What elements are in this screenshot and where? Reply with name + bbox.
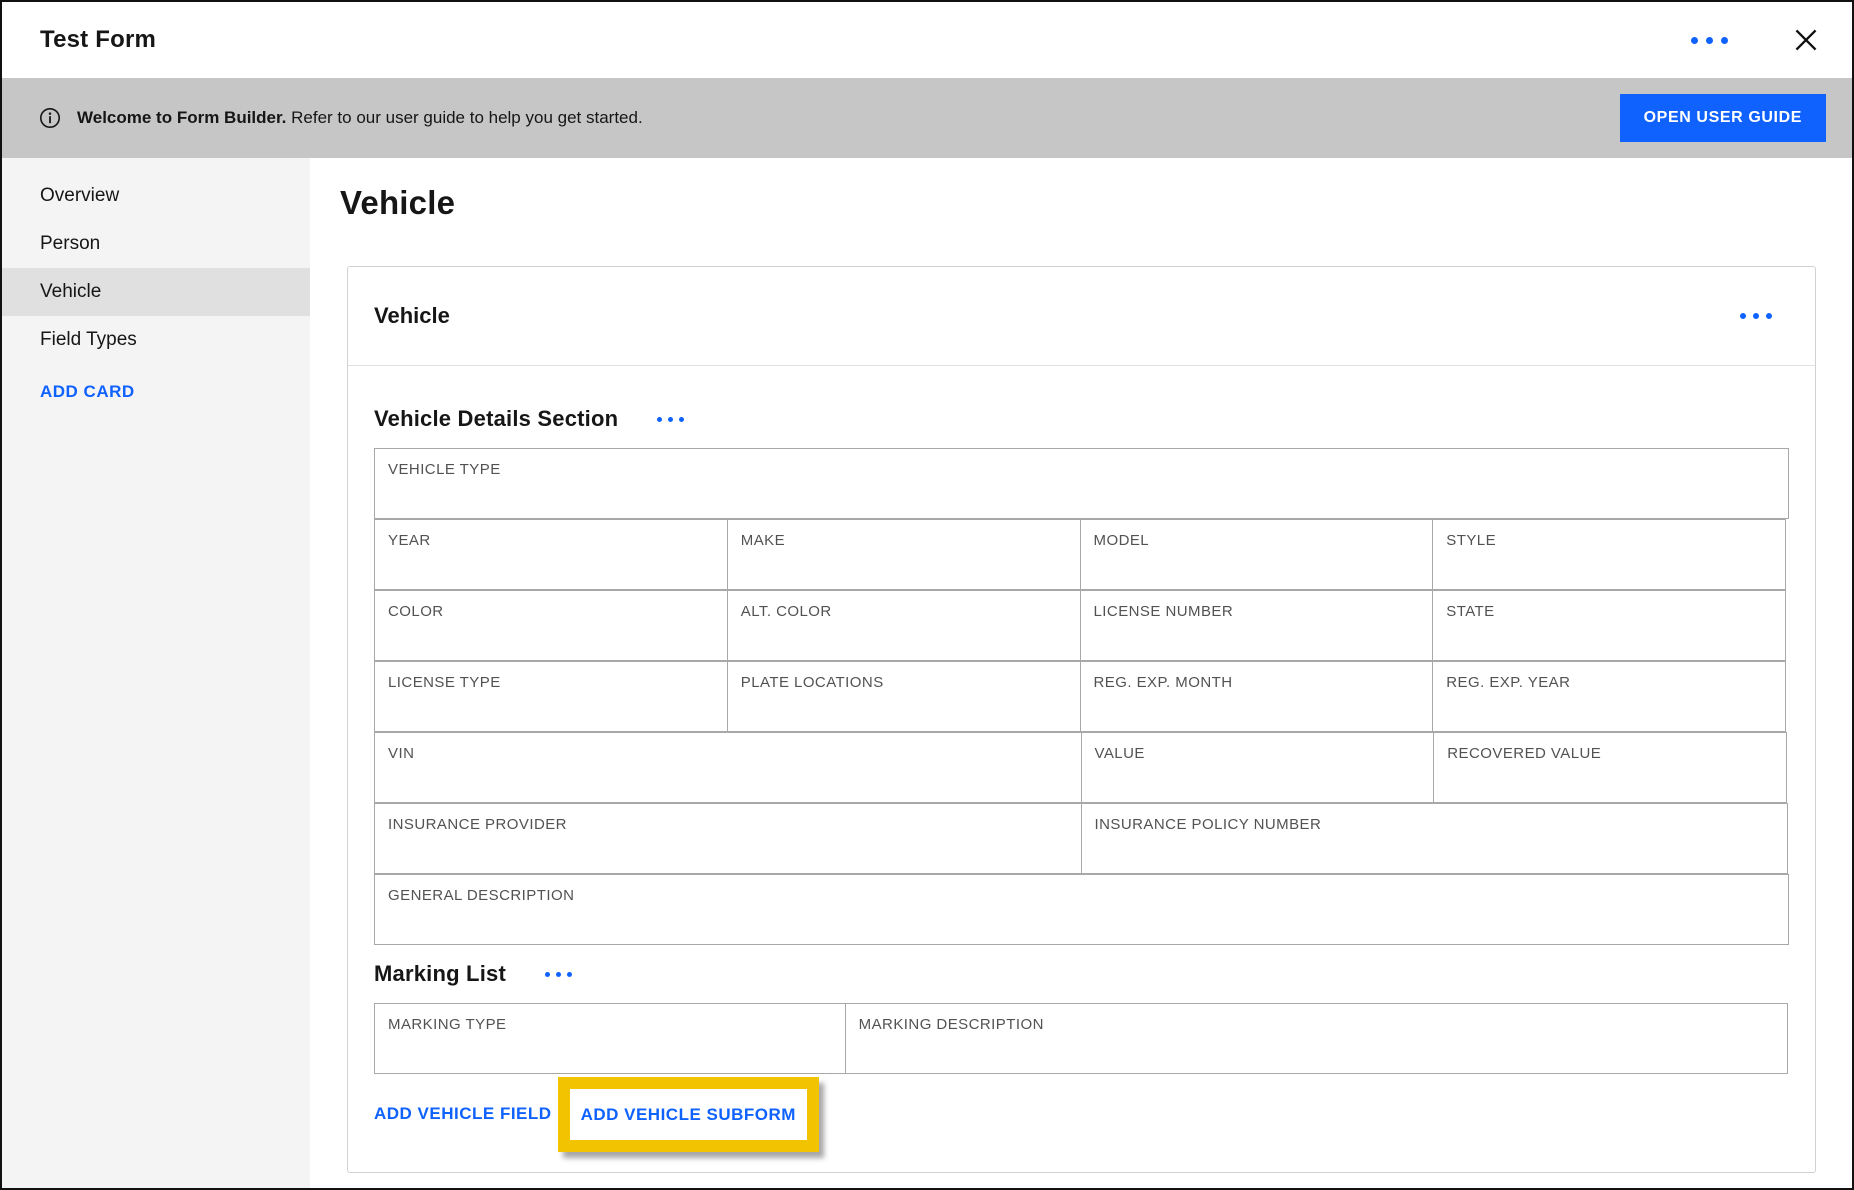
close-icon[interactable]: [1788, 22, 1824, 58]
form-builder-window: Test Form Welcome to Form Builder. Refer…: [0, 0, 1854, 1190]
field-row: MARKING TYPE MARKING DESCRIPTION: [374, 1003, 1789, 1074]
field-cell[interactable]: STATE: [1432, 590, 1786, 661]
sidebar-item-overview[interactable]: Overview: [2, 172, 310, 220]
field-row: COLOR ALT. COLOR LICENSE NUMBER STATE: [374, 590, 1789, 661]
field-label: YEAR: [388, 532, 431, 549]
field-cell[interactable]: STYLE: [1432, 519, 1786, 590]
field-cell[interactable]: MODEL: [1080, 519, 1434, 590]
field-label: REG. EXP. YEAR: [1446, 674, 1570, 691]
field-cell[interactable]: INSURANCE POLICY NUMBER: [1081, 803, 1789, 874]
section-head: Vehicle Details Section: [374, 406, 1789, 432]
add-card-button[interactable]: ADD CARD: [40, 382, 135, 401]
sidebar-item-vehicle[interactable]: Vehicle: [2, 268, 310, 316]
field-label: INSURANCE POLICY NUMBER: [1095, 816, 1322, 833]
field-cell[interactable]: LICENSE TYPE: [374, 661, 728, 732]
section-title: Marking List: [374, 961, 506, 987]
field-label: MODEL: [1094, 532, 1150, 549]
card-title: Vehicle: [374, 303, 450, 329]
field-label: LICENSE TYPE: [388, 674, 501, 691]
add-vehicle-field-button[interactable]: ADD VEHICLE FIELD: [374, 1104, 552, 1124]
card-overflow-menu-icon[interactable]: [1736, 313, 1775, 319]
sidebar-items: OverviewPersonVehicleField Types: [2, 172, 310, 364]
titlebar-actions: [1687, 22, 1824, 58]
card-header: Vehicle: [348, 267, 1815, 366]
sidebar: OverviewPersonVehicleField Types ADD CAR…: [2, 158, 310, 1188]
field-label: COLOR: [388, 603, 444, 620]
field-row: VIN VALUE RECOVERED VALUE: [374, 732, 1789, 803]
field-row: VEHICLE TYPE: [374, 448, 1789, 519]
titlebar: Test Form: [2, 2, 1852, 78]
main-content: Vehicle Vehicle Vehicle Details SectionV…: [310, 158, 1852, 1188]
field-label: MARKING TYPE: [388, 1016, 506, 1033]
field-cell[interactable]: REG. EXP. YEAR: [1432, 661, 1786, 732]
sidebar-item-person[interactable]: Person: [2, 220, 310, 268]
field-label: RECOVERED VALUE: [1447, 745, 1601, 762]
field-cell[interactable]: VEHICLE TYPE: [374, 448, 1789, 519]
field-label: VALUE: [1095, 745, 1145, 762]
field-label: LICENSE NUMBER: [1094, 603, 1234, 620]
field-label: GENERAL DESCRIPTION: [388, 887, 574, 904]
field-cell[interactable]: MAKE: [727, 519, 1081, 590]
info-icon: [38, 106, 62, 130]
sidebar-item-field-types[interactable]: Field Types: [2, 316, 310, 364]
field-label: MARKING DESCRIPTION: [859, 1016, 1044, 1033]
field-cell[interactable]: RECOVERED VALUE: [1433, 732, 1787, 803]
field-row: INSURANCE PROVIDER INSURANCE POLICY NUMBE…: [374, 803, 1789, 874]
form-section: Marking List MARKING TYPE MARKING DESCRIPT…: [374, 961, 1789, 1074]
field-cell[interactable]: LICENSE NUMBER: [1080, 590, 1434, 661]
add-card-wrap: ADD CARD: [2, 364, 310, 402]
window-title: Test Form: [40, 26, 156, 54]
field-label: MAKE: [741, 532, 785, 549]
section-title: Vehicle Details Section: [374, 406, 618, 432]
field-row: GENERAL DESCRIPTION: [374, 874, 1789, 945]
field-label: PLATE LOCATIONS: [741, 674, 884, 691]
notification-banner: Welcome to Form Builder. Refer to our us…: [2, 78, 1852, 158]
field-cell[interactable]: GENERAL DESCRIPTION: [374, 874, 1789, 945]
field-row: LICENSE TYPE PLATE LOCATIONS REG. EXP. MON…: [374, 661, 1789, 732]
vehicle-card: Vehicle Vehicle Details Section VEHICLE T…: [347, 266, 1816, 1173]
banner-message-bold: Welcome to Form Builder.: [77, 108, 286, 127]
add-vehicle-subform-button[interactable]: ADD VEHICLE SUBFORM: [581, 1105, 796, 1124]
field-cell[interactable]: ALT. COLOR: [727, 590, 1081, 661]
app-body: OverviewPersonVehicleField Types ADD CAR…: [2, 158, 1852, 1188]
field-cell[interactable]: YEAR: [374, 519, 728, 590]
field-label: VIN: [388, 745, 414, 762]
card-sections: Vehicle Details Section VEHICLE TYPE YEAR M…: [374, 406, 1789, 1074]
field-label: STATE: [1446, 603, 1494, 620]
field-cell[interactable]: MARKING DESCRIPTION: [845, 1003, 1788, 1074]
field-cell[interactable]: INSURANCE PROVIDER: [374, 803, 1082, 874]
field-cell[interactable]: COLOR: [374, 590, 728, 661]
section-head: Marking List: [374, 961, 1789, 987]
overflow-menu-icon[interactable]: [1687, 37, 1732, 44]
field-cell[interactable]: MARKING TYPE: [374, 1003, 846, 1074]
annotation-highlight-box: ADD VEHICLE SUBFORM: [558, 1077, 819, 1152]
field-cell[interactable]: VALUE: [1081, 732, 1435, 803]
field-row: YEAR MAKE MODEL STYLE: [374, 519, 1789, 590]
field-cell[interactable]: PLATE LOCATIONS: [727, 661, 1081, 732]
field-label: STYLE: [1446, 532, 1496, 549]
section-overflow-menu-icon[interactable]: [654, 417, 687, 422]
card-body: Vehicle Details Section VEHICLE TYPE YEAR M…: [348, 366, 1815, 1172]
field-label: INSURANCE PROVIDER: [388, 816, 567, 833]
field-cell[interactable]: VIN: [374, 732, 1082, 803]
banner-message: Welcome to Form Builder. Refer to our us…: [77, 108, 643, 128]
field-label: ALT. COLOR: [741, 603, 832, 620]
field-label: REG. EXP. MONTH: [1094, 674, 1233, 691]
card-actions: ADD VEHICLE FIELD ADD VEHICLE SUBFORM: [374, 1086, 1789, 1142]
section-overflow-menu-icon[interactable]: [542, 972, 575, 977]
banner-message-rest: Refer to our user guide to help you get …: [291, 108, 643, 127]
page-title: Vehicle: [340, 184, 1816, 222]
open-user-guide-button[interactable]: OPEN USER GUIDE: [1620, 94, 1826, 142]
field-label: VEHICLE TYPE: [388, 461, 501, 478]
form-section: Vehicle Details Section VEHICLE TYPE YEAR M…: [374, 406, 1789, 945]
field-cell[interactable]: REG. EXP. MONTH: [1080, 661, 1434, 732]
